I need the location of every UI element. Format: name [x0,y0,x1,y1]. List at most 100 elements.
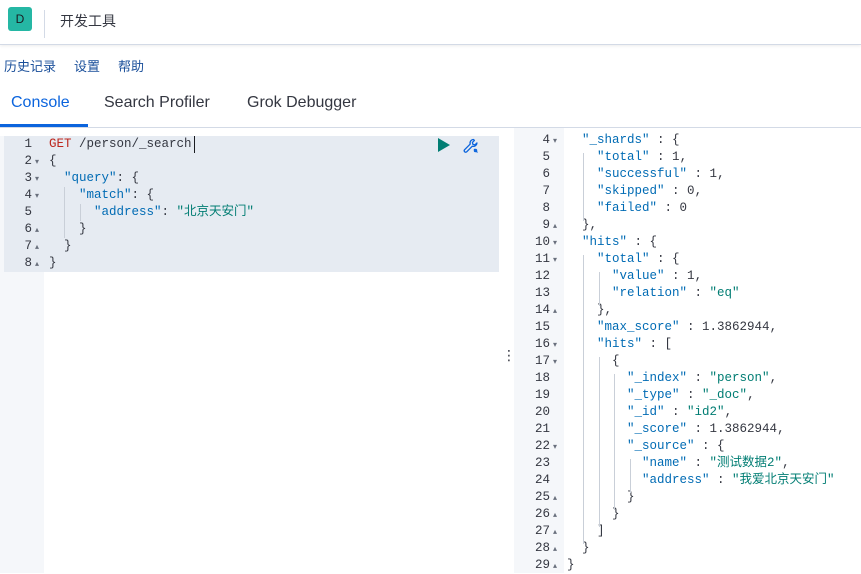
fold-toggle-icon[interactable]: ▾ [553,353,557,370]
code-token: "match" [79,188,132,202]
fold-end-icon[interactable]: ▴ [553,302,557,319]
code-token: , [694,184,703,198]
history-link[interactable]: 历史记录 [4,56,56,75]
fold-end-icon[interactable]: ▴ [553,506,557,523]
wrench-icon[interactable] [462,137,480,155]
fold-toggle-icon[interactable]: ▾ [553,336,557,353]
fold-end-icon[interactable]: ▴ [553,523,557,540]
code-token: : [664,269,688,283]
code-token: 0 [679,201,688,215]
line-number: 20 [534,405,550,419]
code-token: "person" [709,371,770,385]
fold-toggle-icon[interactable]: ▾ [553,251,557,268]
code-token: , [769,320,778,334]
settings-link[interactable]: 设置 [74,56,100,75]
help-link[interactable]: 帮助 [118,56,144,75]
code-token: : { [627,235,658,249]
line-number: 9 [542,218,550,232]
line-number: 23 [534,456,550,470]
line-number: 18 [534,371,550,385]
code-line: "name" : "测试数据2", [567,455,790,472]
fold-toggle-icon[interactable]: ▾ [35,187,39,204]
code-line: } [567,540,590,557]
fold-toggle-icon[interactable]: ▾ [35,153,39,170]
fold-toggle-icon[interactable]: ▾ [35,170,39,187]
code-line: "_shards" : { [567,132,680,149]
code-token: "total" [597,150,650,164]
panel-resize-handle[interactable]: ⋮ [502,348,516,372]
code-token: , [747,388,755,402]
line-number: 19 [534,388,550,402]
code-token: GET [49,137,72,151]
app-avatar-badge[interactable]: D [8,7,32,31]
code-token: : { [694,439,725,453]
code-line: } [49,221,87,238]
code-token: "_score" [627,422,688,436]
line-number: 4 [24,188,32,202]
line-number: 4 [542,133,550,147]
code-line: } [567,489,635,506]
code-token: "_index" [627,371,688,385]
line-number: 16 [534,337,550,351]
code-token: } [49,256,57,270]
line-number: 22 [534,439,550,453]
code-token: : [687,167,710,181]
code-token: : [709,473,733,487]
indent-guide [614,374,615,510]
fold-end-icon[interactable]: ▴ [553,557,557,574]
line-number: 12 [534,269,550,283]
code-token: , [769,371,778,385]
indent-guide [583,255,584,544]
tab-search-profiler[interactable]: Search Profiler [104,94,210,112]
code-token: "_doc" [702,388,748,402]
code-line: "query": { [49,170,139,187]
code-token: : [687,371,710,385]
code-token: "name" [642,456,688,470]
line-number: 17 [534,354,550,368]
fold-end-icon[interactable]: ▴ [35,255,39,272]
code-line: } [49,255,57,272]
code-token: , [717,167,725,181]
indent-guide [80,204,81,221]
line-number: 27 [534,524,550,538]
code-token: "max_score" [597,320,680,334]
code-line: { [567,353,620,370]
code-line: "_type" : "_doc", [567,387,755,404]
fold-end-icon[interactable]: ▴ [553,489,557,506]
code-token: "query" [64,171,117,185]
code-token: { [49,154,57,168]
code-token: "successful" [597,167,688,181]
code-line: "relation" : "eq" [567,285,740,302]
code-line: "total" : 1, [567,149,687,166]
fold-end-icon[interactable]: ▴ [553,540,557,557]
indent-guide [599,357,600,527]
line-number: 24 [534,473,550,487]
tab-grok-debugger[interactable]: Grok Debugger [247,94,356,112]
line-number: 2 [24,154,32,168]
code-token: 1.3862944 [702,320,770,334]
code-token: : [687,286,710,300]
fold-toggle-icon[interactable]: ▾ [553,132,557,149]
line-number: 6 [542,167,550,181]
play-icon[interactable] [437,137,451,153]
fold-end-icon[interactable]: ▴ [35,238,39,255]
tab-console[interactable]: Console [11,94,70,112]
fold-toggle-icon[interactable]: ▾ [553,438,557,455]
console-menu: 历史记录 设置 帮助 [4,56,162,75]
code-token: } [567,507,620,521]
fold-toggle-icon[interactable]: ▾ [553,234,557,251]
code-token: : [687,422,710,436]
fold-end-icon[interactable]: ▴ [35,221,39,238]
code-token: } [49,239,72,253]
fold-end-icon[interactable]: ▴ [553,217,557,234]
code-line: "successful" : 1, [567,166,725,183]
code-token: : { [649,252,680,266]
code-token: "北京天安门" [176,205,255,219]
code-token: "failed" [597,201,658,215]
code-token: : [664,405,688,419]
